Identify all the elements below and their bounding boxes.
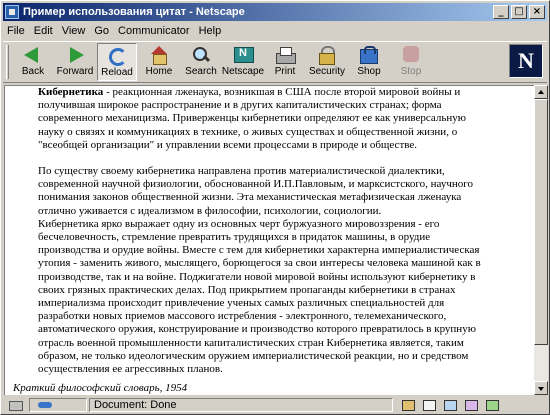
page-content: Кибернетика - реакционная лженаука, возн… bbox=[4, 85, 534, 395]
communicator-icon[interactable] bbox=[483, 398, 501, 412]
search-icon bbox=[190, 45, 212, 65]
progress-meter bbox=[29, 398, 87, 412]
text-line: автоматического оружия, конструирование … bbox=[38, 323, 476, 336]
back-arrow-icon bbox=[22, 45, 44, 65]
forward-button[interactable]: Forward bbox=[55, 43, 95, 81]
navigation-toolbar: Back Forward Reload Home Search Netscape bbox=[3, 41, 547, 83]
text-line: По существу своему кибернетика направлен… bbox=[38, 165, 445, 178]
paragraph-body: По существу своему кибернетика направлен… bbox=[38, 165, 516, 376]
reload-button[interactable]: Reload bbox=[97, 43, 137, 81]
menu-communicator[interactable]: Communicator bbox=[118, 25, 190, 37]
netscape-label: Netscape bbox=[221, 66, 265, 77]
netscape-icon bbox=[232, 45, 254, 65]
text-line: Кибернетика ярко выражает одну из основн… bbox=[38, 217, 440, 230]
text-line: науку о связях и коммуникациях в технике… bbox=[38, 125, 458, 138]
status-bar: Document: Done bbox=[3, 397, 547, 413]
menu-help[interactable]: Help bbox=[199, 25, 222, 37]
title-bar[interactable]: Пример использования цитат - Netscape _ … bbox=[3, 3, 547, 21]
forward-arrow-icon bbox=[64, 45, 86, 65]
security-lock-icon[interactable] bbox=[5, 398, 27, 412]
lock-icon bbox=[316, 45, 338, 65]
security-label: Security bbox=[308, 66, 346, 77]
home-button[interactable]: Home bbox=[139, 43, 179, 81]
text-line: осуществления ее агрессивных планов. bbox=[38, 363, 223, 376]
stop-icon bbox=[400, 45, 422, 65]
shopping-bag-icon bbox=[358, 45, 380, 65]
back-label: Back bbox=[21, 66, 45, 77]
scroll-thumb[interactable] bbox=[534, 99, 548, 345]
text-line: "всеобщей организации" и управлении всем… bbox=[38, 138, 418, 151]
print-label: Print bbox=[274, 66, 296, 77]
component-bar bbox=[399, 398, 504, 412]
text-line: производства и орудие войны. Вместе с те… bbox=[38, 244, 480, 257]
text-line: понимания законов общественной жизни. Эт… bbox=[38, 191, 462, 204]
forward-label: Forward bbox=[56, 66, 94, 77]
text-line: своих грязных практических делах. Под пр… bbox=[38, 283, 456, 296]
text-line: производстве, так и на войне. Поджигател… bbox=[38, 270, 476, 283]
reload-icon bbox=[106, 46, 128, 66]
text-line: - реакционная лженаука, возникшая в США … bbox=[103, 86, 461, 98]
text-line: отлично уживается с идеализмом в философ… bbox=[38, 204, 382, 217]
term-heading: Кибернетика bbox=[38, 86, 104, 98]
scroll-up-button[interactable] bbox=[534, 85, 548, 99]
toolbar-grip[interactable] bbox=[6, 45, 9, 79]
menu-go[interactable]: Go bbox=[94, 25, 109, 37]
home-label: Home bbox=[145, 66, 173, 77]
article: Кибернетика - реакционная лженаука, возн… bbox=[38, 86, 516, 376]
menu-bar: File Edit View Go Communicator Help bbox=[3, 22, 547, 40]
scroll-down-button[interactable] bbox=[534, 381, 548, 395]
browser-window: Пример использования цитат - Netscape _ … bbox=[0, 0, 550, 415]
text-line: утопия - заменить живого, мыслящего, бор… bbox=[38, 257, 481, 270]
text-line: империализма происходит привлечение учен… bbox=[38, 297, 445, 310]
text-line: образом, не только идеологическим оружие… bbox=[38, 349, 469, 362]
text-line: получившая широкое распространение и в д… bbox=[38, 99, 442, 112]
text-line: бесчеловечность, стремление превратить т… bbox=[38, 231, 431, 244]
navigator-icon[interactable] bbox=[399, 398, 417, 412]
netscape-app-icon[interactable] bbox=[5, 5, 19, 19]
home-icon bbox=[148, 45, 170, 65]
status-text: Document: Done bbox=[89, 398, 393, 412]
text-line: современной научной физиологии, обоснова… bbox=[38, 178, 473, 191]
paragraph-definition: Кибернетика - реакционная лженаука, возн… bbox=[38, 86, 516, 152]
menu-file[interactable]: File bbox=[7, 25, 25, 37]
composer-icon[interactable] bbox=[462, 398, 480, 412]
back-button[interactable]: Back bbox=[13, 43, 53, 81]
shop-label: Shop bbox=[357, 66, 381, 77]
printer-icon bbox=[274, 45, 296, 65]
stop-button[interactable]: Stop bbox=[391, 43, 431, 81]
text-line: современного механицизма. Приверженцы ки… bbox=[38, 112, 466, 125]
print-button[interactable]: Print bbox=[265, 43, 305, 81]
vertical-scrollbar[interactable] bbox=[534, 85, 548, 395]
security-button[interactable]: Security bbox=[307, 43, 347, 81]
text-line: отрасль военной промышленности капиталис… bbox=[38, 336, 464, 349]
search-label: Search bbox=[185, 66, 217, 77]
window-controls: _ □ × bbox=[491, 5, 545, 19]
menu-view[interactable]: View bbox=[62, 25, 86, 37]
window-title: Пример использования цитат - Netscape bbox=[23, 6, 245, 18]
close-button[interactable]: × bbox=[529, 5, 545, 19]
text-line: разработки новых приемов массового истре… bbox=[38, 310, 447, 323]
reload-label: Reload bbox=[101, 67, 133, 78]
mail-icon[interactable] bbox=[420, 398, 438, 412]
netscape-button[interactable]: Netscape bbox=[221, 43, 265, 81]
maximize-button[interactable]: □ bbox=[511, 5, 527, 19]
newsgroups-icon[interactable] bbox=[441, 398, 459, 412]
shop-button[interactable]: Shop bbox=[349, 43, 389, 81]
search-button[interactable]: Search bbox=[181, 43, 221, 81]
stop-label: Stop bbox=[400, 66, 422, 77]
netscape-logo[interactable]: N bbox=[509, 44, 543, 78]
minimize-button[interactable]: _ bbox=[493, 5, 509, 19]
menu-edit[interactable]: Edit bbox=[34, 25, 53, 37]
citation: Краткий философский словарь, 1954 bbox=[13, 382, 188, 394]
